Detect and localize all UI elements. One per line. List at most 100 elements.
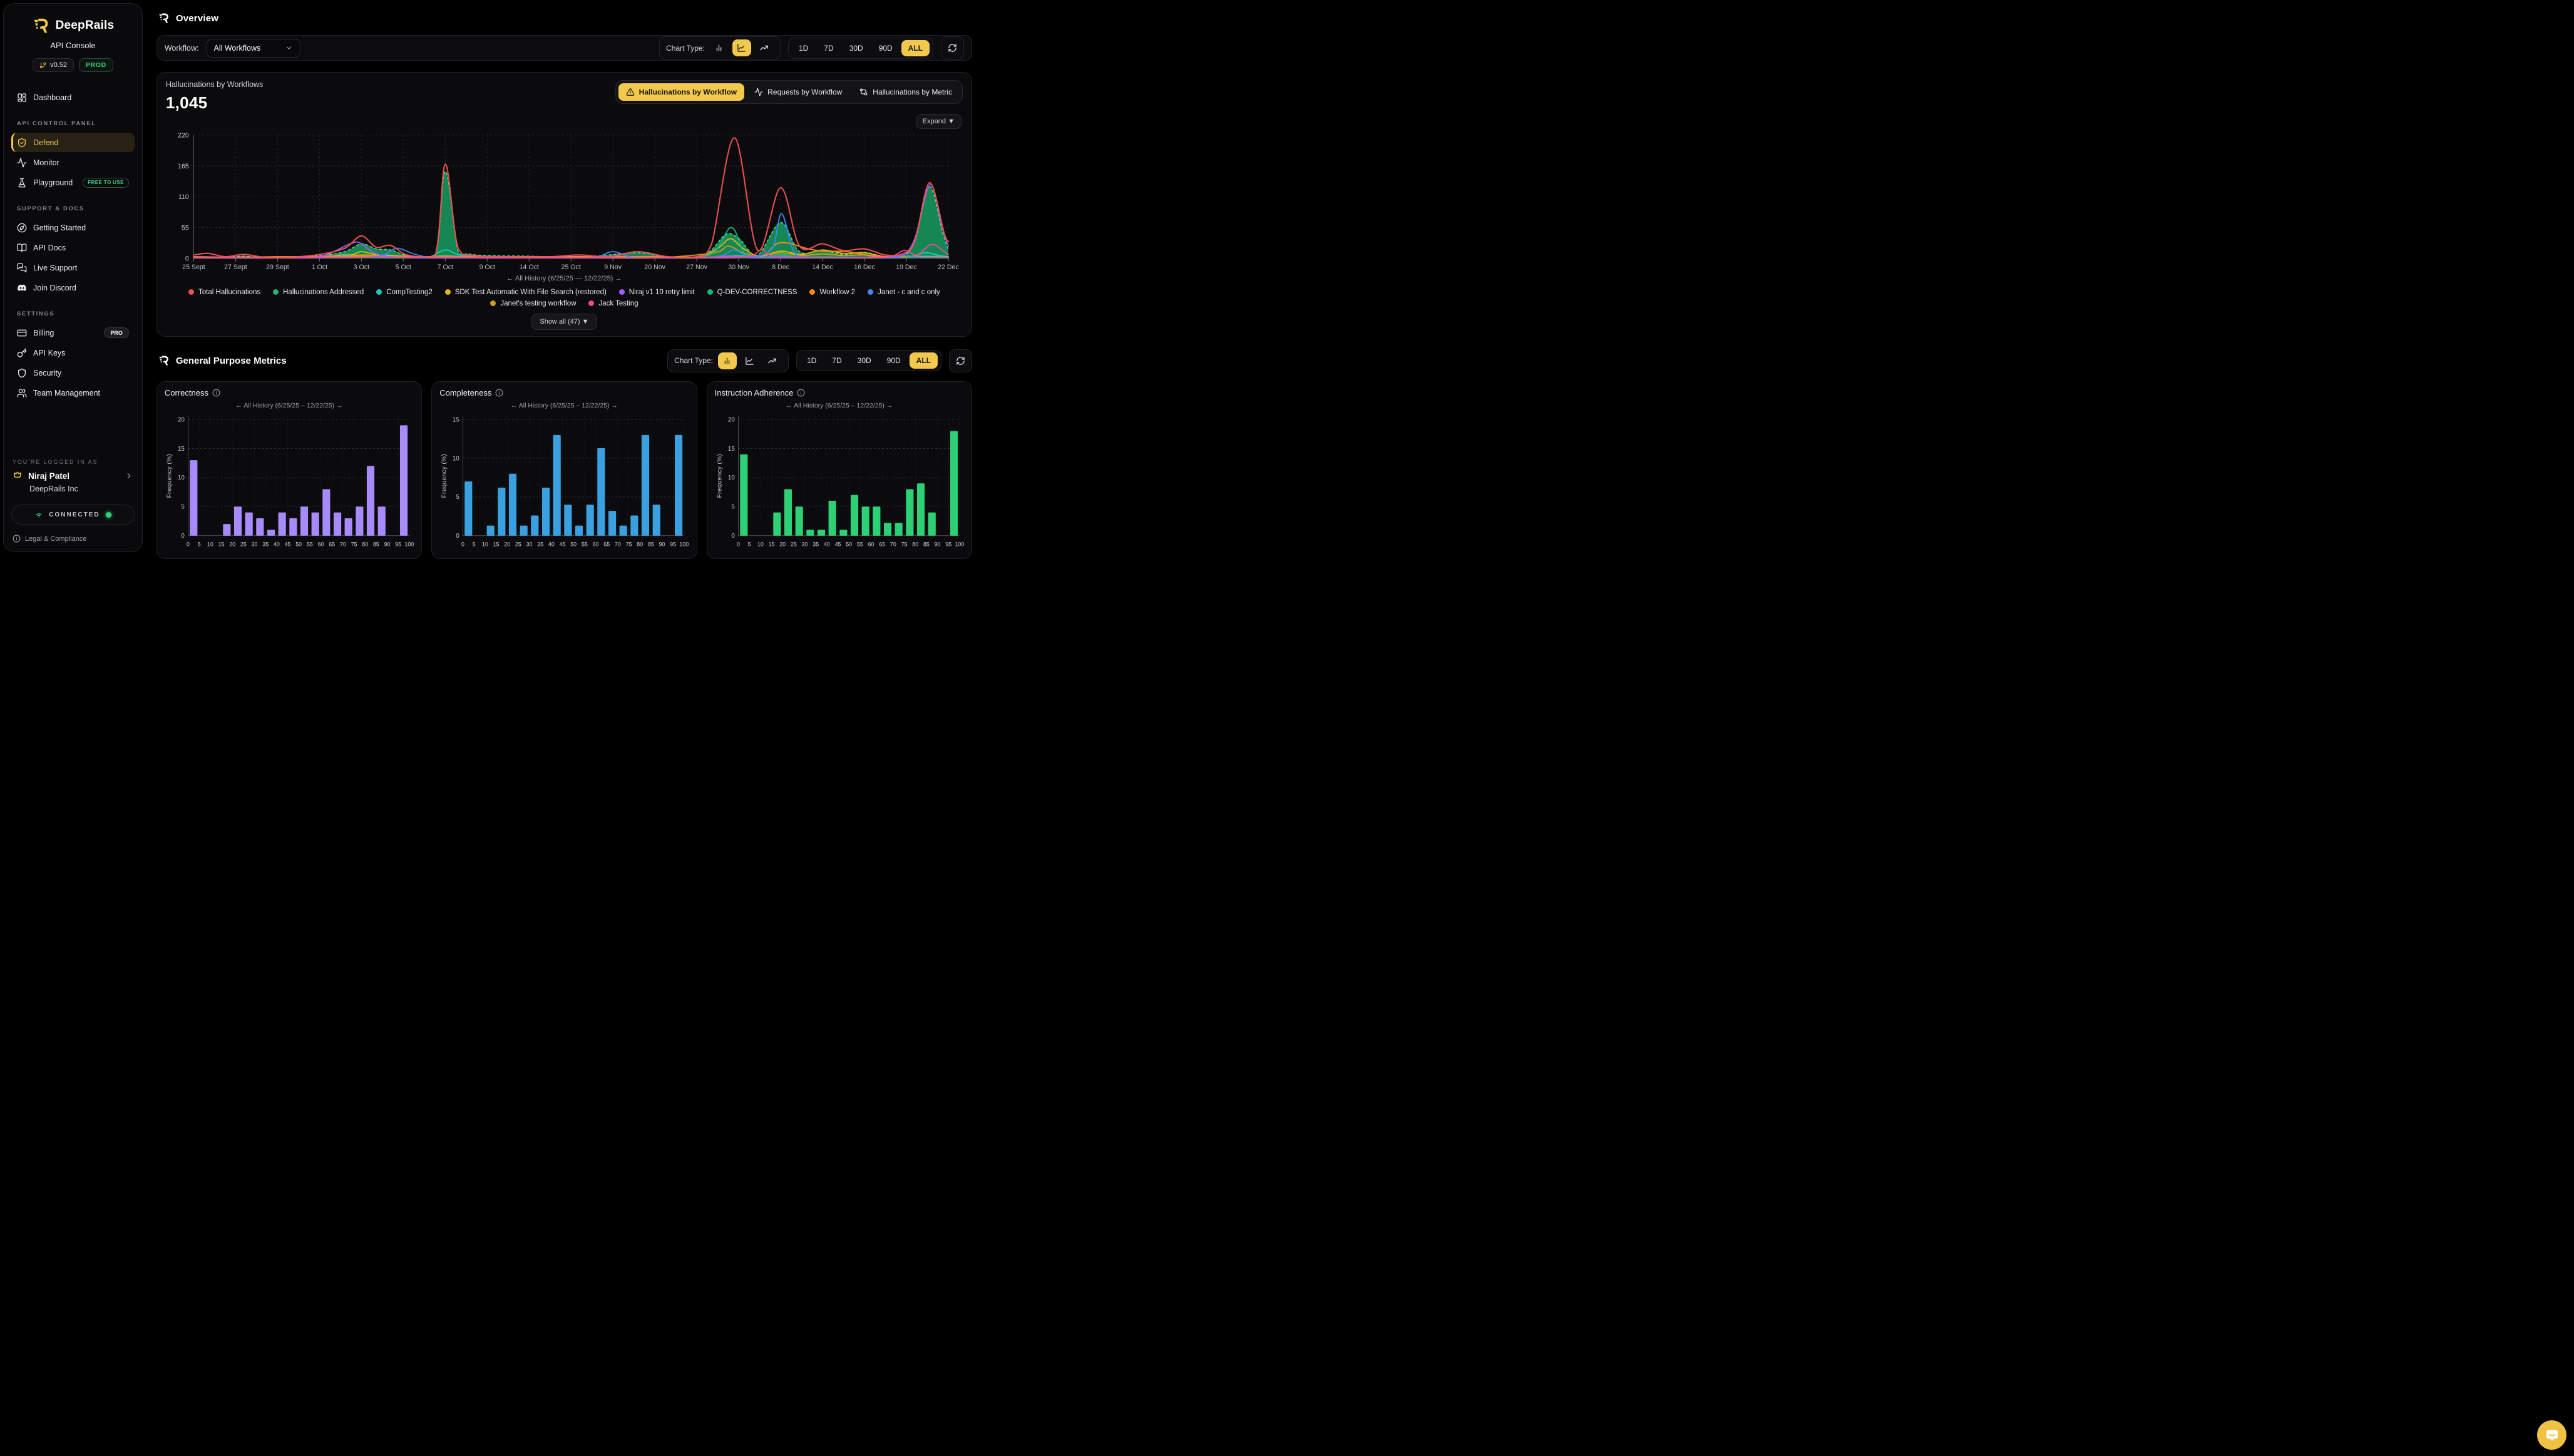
sidebar-item-playground[interactable]: PlaygroundFREE TO USE [11,173,135,192]
legend-item-sdk-test-automatic-with-file-search-restored[interactable]: SDK Test Automatic With File Search (res… [445,289,607,296]
metric-history-label[interactable]: ← All History (6/25/25 – 12/22/25) → [715,402,964,409]
metric-history-label[interactable]: ← All History (6/25/25 – 12/22/25) → [439,402,689,409]
workflow-toolbar: Workflow: All Workflows Chart Type:1D7D3… [156,35,972,61]
range-30d-button[interactable]: 30D [843,40,870,56]
series-total-hallucinations-line [193,138,948,257]
version-badge[interactable]: v0.52 [33,58,74,72]
svg-text:85: 85 [373,541,379,548]
histogram-bar [928,513,935,536]
range-1d-button[interactable]: 1D [792,40,815,56]
sidebar-item-join-discord[interactable]: Join Discord [11,278,135,297]
user-row[interactable]: Niraj Patel [11,471,135,481]
metric-icon [859,88,868,96]
legend-dot [445,289,451,295]
book-icon [17,243,27,253]
histogram-bar [289,518,297,536]
chart-type-bar-button[interactable] [718,352,737,369]
svg-text:1 Oct: 1 Oct [312,264,327,271]
sidebar-item-live-support[interactable]: Live Support [11,258,135,277]
sidebar-item-security[interactable]: Security [11,363,135,382]
histogram-bar [520,526,528,536]
show-all-button[interactable]: Show all (47) ▼ [531,314,597,330]
tab-label: Hallucinations by Workflow [639,88,737,96]
histogram-bar [917,483,925,536]
range-1d-button[interactable]: 1D [800,352,823,369]
histogram-bar [267,530,275,535]
logged-in-label: YOU'RE LOGGED IN AS [13,459,133,465]
svg-text:100: 100 [680,541,689,548]
version-label: v0.52 [50,61,67,69]
connection-status-pill[interactable]: CONNECTED [11,505,135,525]
svg-text:15: 15 [218,541,224,548]
refresh-button[interactable] [941,36,964,59]
chart-type-label: Chart Type: [666,44,705,53]
sidebar-item-getting-started[interactable]: Getting Started [11,218,135,237]
sidebar-item-api-keys[interactable]: API Keys [11,343,135,362]
range-all-button[interactable]: ALL [901,40,930,56]
sidebar-item-defend[interactable]: Defend [11,133,135,152]
histogram-bar [795,506,802,535]
histogram-svg: 0510152025303540455055606570758085909510… [165,411,414,553]
chart-type-trend-button[interactable] [755,39,774,56]
legal-compliance-link[interactable]: Legal & Compliance [13,535,133,543]
histogram-bar [587,505,594,535]
chart-type-line-button[interactable] [732,39,751,56]
legend-item-niraj-v1-10-retry-limit[interactable]: Niraj v1 10 retry limit [619,289,695,296]
legend-item-jack-testing[interactable]: Jack Testing [588,300,638,307]
tab-hallucinations-by-workflow[interactable]: Hallucinations by Workflow [618,83,744,101]
svg-text:25: 25 [515,541,521,548]
sidebar-item-billing[interactable]: BillingPRO [11,323,135,342]
connection-status: CONNECTED [49,511,100,518]
nav-section-header: SETTINGS [17,310,130,317]
legend-dot [490,300,496,306]
hallucinations-chart-svg: 25 Sept27 Sept29 Sept1 Oct3 Oct5 Oct7 Oc… [166,130,963,273]
tab-requests-by-workflow[interactable]: Requests by Workflow [747,83,849,101]
sidebar-item-api-docs[interactable]: API Docs [11,238,135,257]
sidebar-item-monitor[interactable]: Monitor [11,153,135,172]
legend-item-q-dev-correctness[interactable]: Q-DEV-CORRECTNESS [707,289,797,296]
sidebar-item-label: Getting Started [33,223,86,232]
chevron-wrap[interactable] [125,471,133,480]
expand-button[interactable]: Expand ▼ [916,114,961,129]
workflow-select[interactable]: All Workflows [207,39,300,58]
svg-text:14 Oct: 14 Oct [519,264,538,271]
legal-label: Legal & Compliance [25,535,86,543]
sidebar-item-team-management[interactable]: Team Management [11,383,135,402]
histogram-bar [356,506,363,535]
svg-text:70: 70 [615,541,621,548]
logo-icon [158,354,170,367]
legend-label: Workflow 2 [819,289,855,296]
histogram-bar [773,513,781,536]
refresh-button[interactable] [949,349,972,372]
svg-text:80: 80 [637,541,643,548]
chart-type-line-button[interactable] [741,352,759,369]
legend-item-total-hallucinations[interactable]: Total Hallucinations [188,289,260,296]
range-30d-button[interactable]: 30D [851,352,878,369]
legend-item-janet-s-testing-workflow[interactable]: Janet's testing workflow [490,300,576,307]
legend-item-comptesting2[interactable]: CompTesting2 [376,289,433,296]
user-name: Niraj Patel [28,471,69,481]
histogram-bar [642,435,649,536]
range-7d-button[interactable]: 7D [825,352,848,369]
svg-text:25 Sept: 25 Sept [182,264,205,271]
environment-badge[interactable]: PROD [79,58,113,72]
sidebar-item-dashboard[interactable]: Dashboard [11,88,135,107]
chart-type-trend-button[interactable] [763,352,782,369]
metric-history-label[interactable]: ← All History (6/25/25 – 12/22/25) → [165,402,414,409]
legend-item-hallucinations-addressed[interactable]: Hallucinations Addressed [273,289,364,296]
chart-type-label: Chart Type: [674,356,713,365]
tab-hallucinations-by-metric[interactable]: Hallucinations by Metric [852,83,960,101]
chat-widget-button[interactable] [2537,1420,2566,1450]
range-all-button[interactable]: ALL [910,352,938,369]
legend-item-workflow-2[interactable]: Workflow 2 [809,289,855,296]
legend-item-janet-c-and-c-only[interactable]: Janet - c and c only [868,289,940,296]
range-90d-button[interactable]: 90D [880,352,908,369]
svg-text:5: 5 [473,541,476,548]
svg-text:60: 60 [593,541,599,548]
histogram-bar [234,506,242,535]
range-7d-button[interactable]: 7D [817,40,840,56]
range-90d-button[interactable]: 90D [872,40,900,56]
sidebar: DeepRails API Console v0.52 PROD Dashboa… [3,3,143,552]
trend-chart-icon [767,356,777,366]
chart-type-bar-button[interactable] [710,39,729,56]
